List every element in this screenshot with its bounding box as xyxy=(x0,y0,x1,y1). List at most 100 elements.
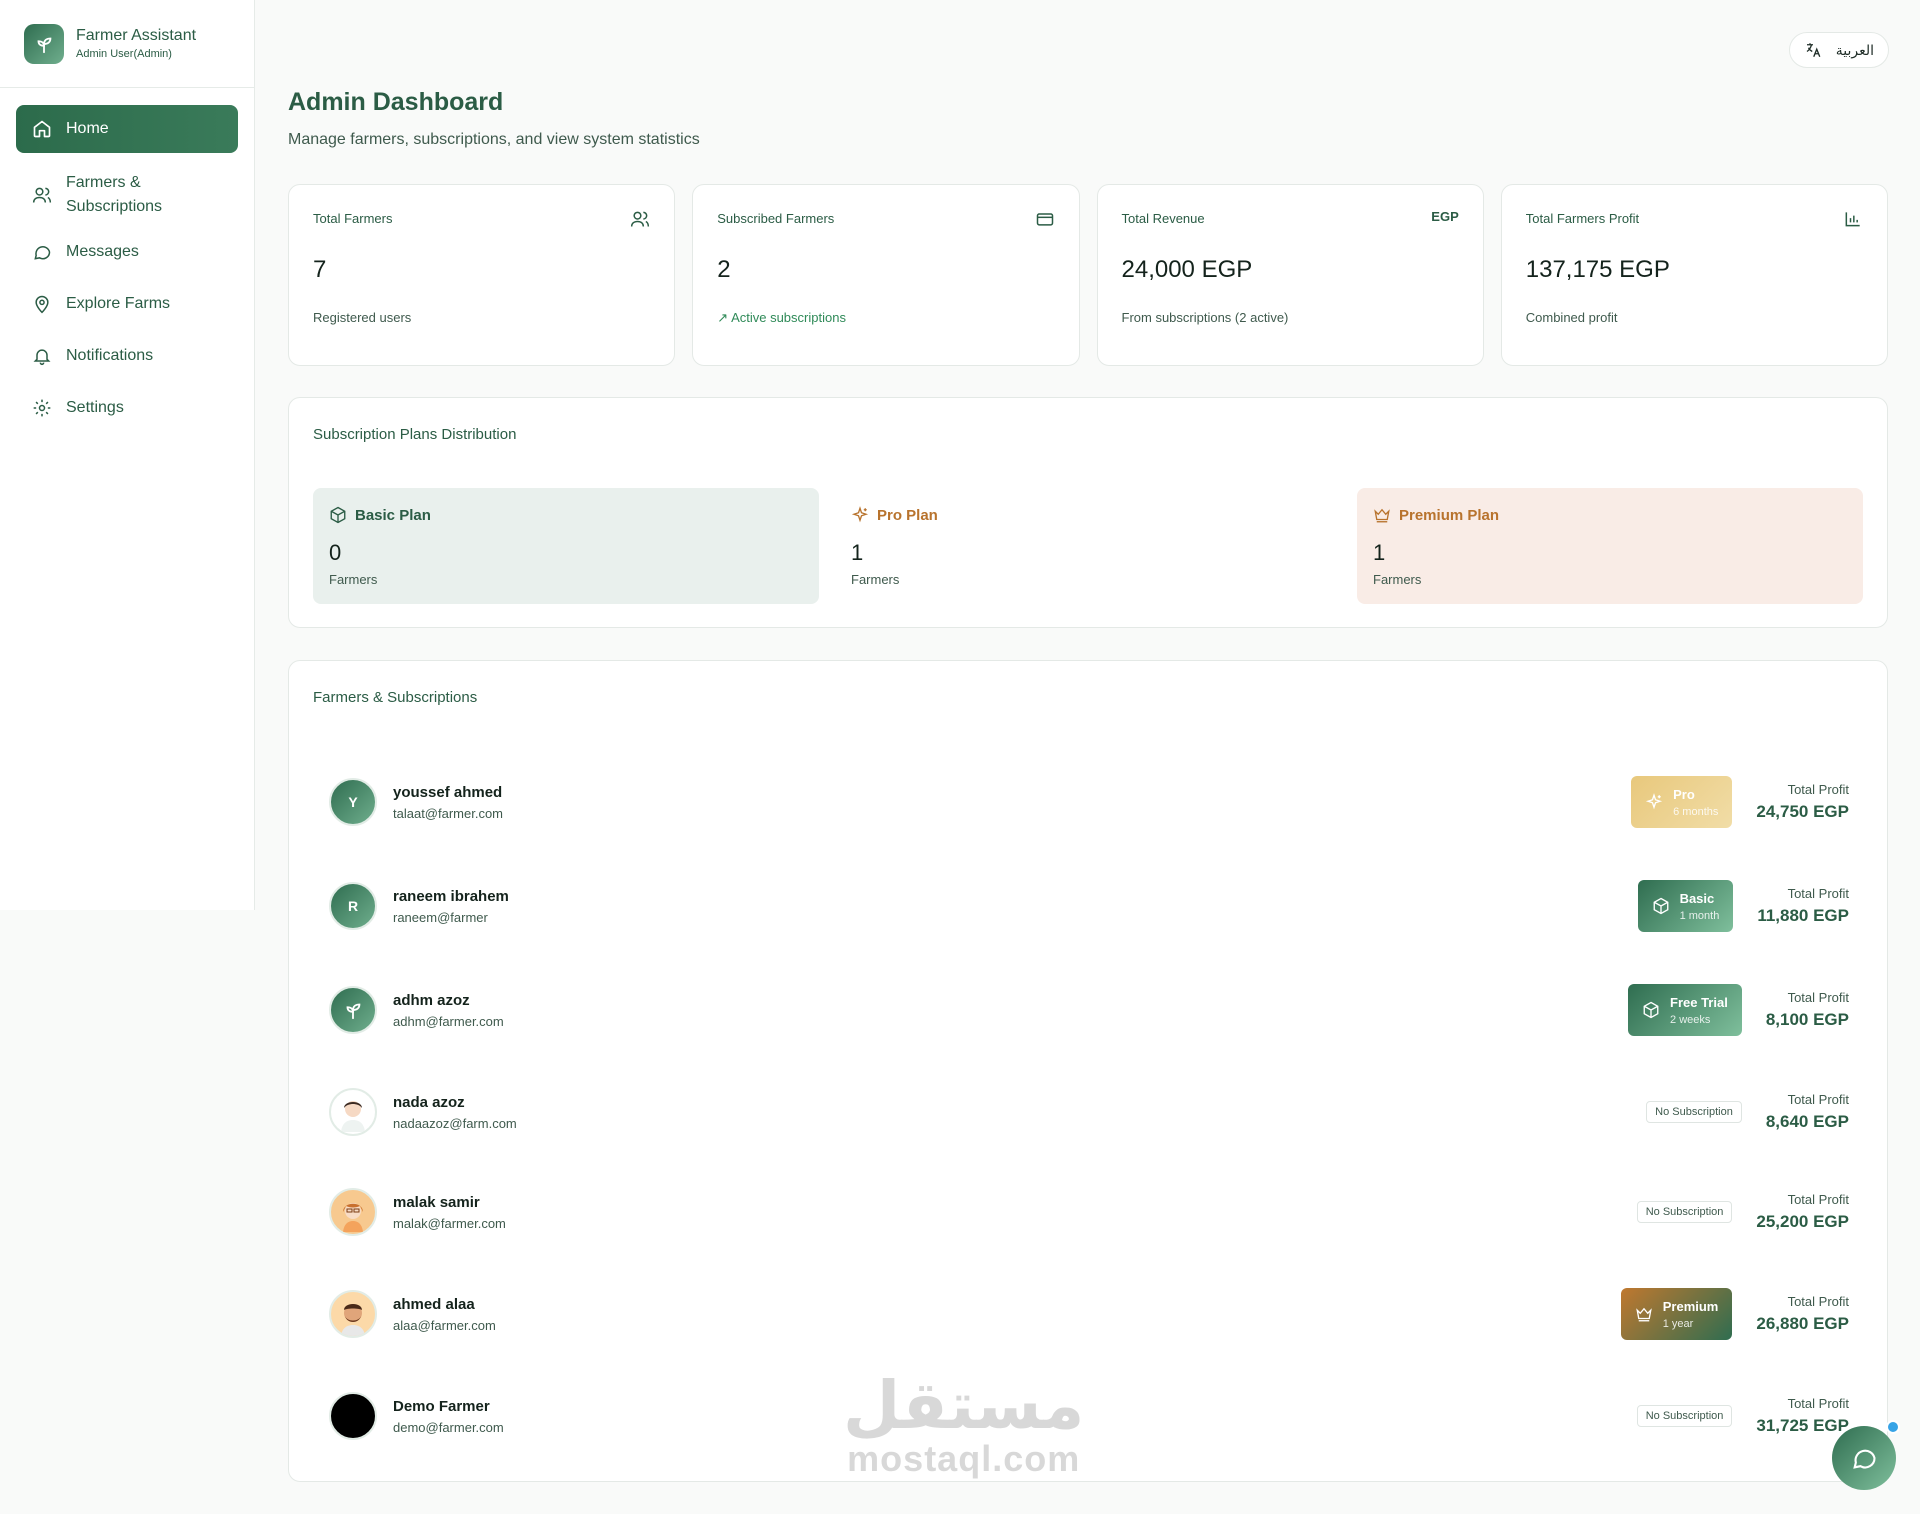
subscription-badge: Pro 6 months xyxy=(1631,776,1733,828)
credit-card-icon xyxy=(1035,209,1055,232)
sidebar-item-label: Subscriptions xyxy=(66,198,163,215)
section-title: Subscription Plans Distribution xyxy=(313,426,517,443)
stat-value: 137,175 EGP xyxy=(1525,256,1670,283)
farmer-row[interactable]: Y youssef ahmed talaat@farmer.com Pro 6 … xyxy=(329,776,1849,828)
chat-notification-dot xyxy=(1886,1420,1900,1434)
farmer-row[interactable]: ahmed alaa alaa@farmer.com Premium 1 yea… xyxy=(329,1288,1849,1340)
farmer-row[interactable]: adhm azoz adhm@farmer.com Free Trial 2 w… xyxy=(329,984,1849,1036)
farmers-subscriptions-card: Farmers & Subscriptions Y youssef ahmed … xyxy=(288,660,1888,1482)
box-icon xyxy=(330,506,346,524)
plan-count: 0 xyxy=(329,540,342,565)
crown-icon xyxy=(1635,1307,1652,1322)
profit-value: 25,200 EGP xyxy=(1756,1212,1849,1231)
stat-card-subscribed-farmers: Subscribed Farmers 2 ↗ Active subscripti… xyxy=(692,184,1080,366)
sidebar-item-farmers-subscriptions[interactable]: Farmers & Subscriptions xyxy=(16,165,238,225)
stat-label: Total Revenue xyxy=(1121,211,1205,226)
farmer-email: demo@farmer.com xyxy=(393,1419,504,1435)
stat-value: 24,000 EGP xyxy=(1121,256,1253,283)
language-label: العربية xyxy=(1835,41,1874,58)
crown-icon xyxy=(1374,508,1390,523)
avatar xyxy=(329,1188,377,1236)
users-icon xyxy=(630,209,650,232)
sprout-logo-icon xyxy=(24,23,64,64)
stat-card-total-revenue: Total Revenue EGP 24,000 EGP From subscr… xyxy=(1096,184,1484,366)
sprout-avatar-icon xyxy=(329,986,377,1034)
home-icon xyxy=(32,119,52,139)
farmer-row[interactable]: Demo Farmer demo@farmer.com No Subscript… xyxy=(329,1391,1849,1441)
sidebar: Farmer Assistant Admin User(Admin) Home … xyxy=(0,0,255,910)
profit-value: 31,725 EGP xyxy=(1756,1416,1849,1435)
avatar xyxy=(329,1290,377,1338)
sidebar-item-label: Messages xyxy=(66,243,139,260)
sidebar-item-explore-farms[interactable]: Explore Farms xyxy=(16,279,238,329)
stat-card-total-farmers: Total Farmers 7 Registered users xyxy=(288,184,676,366)
sidebar-item-settings[interactable]: Settings xyxy=(16,383,238,433)
user-role: Admin User(Admin) xyxy=(76,48,172,60)
box-icon xyxy=(1653,897,1668,915)
subscription-badge: Free Trial 2 weeks xyxy=(1628,984,1742,1036)
sidebar-item-label: Settings xyxy=(66,399,124,416)
watermark-latin: mostaql.com xyxy=(847,1438,1081,1479)
farmer-email: nadaazoz@farm.com xyxy=(393,1115,517,1131)
bell-icon xyxy=(32,346,52,366)
farmer-name: Demo Farmer xyxy=(393,1397,490,1415)
plan-name: Basic Plan xyxy=(355,506,431,524)
farmer-name: ahmed alaa xyxy=(393,1295,475,1313)
farmer-name: youssef ahmed xyxy=(393,783,503,801)
farmer-row[interactable]: R raneem ibrahem raneem@farmer Basic 1 m… xyxy=(329,880,1849,932)
sparkles-icon xyxy=(1645,793,1663,810)
plans-distribution-card: Subscription Plans Distribution Basic Pl… xyxy=(288,397,1888,628)
watermark-arabic: مستقل xyxy=(843,1368,1085,1442)
subscription-badge: Basic 1 month xyxy=(1637,880,1734,932)
stat-label: Total Farmers Profit xyxy=(1525,211,1640,226)
box-icon xyxy=(1643,1001,1659,1019)
sidebar-item-messages[interactable]: Messages xyxy=(16,227,238,277)
no-subscription-badge: No Subscription xyxy=(1636,1405,1733,1427)
subscription-duration: 1 month xyxy=(1679,909,1720,922)
profit-label: Total Profit xyxy=(1787,886,1849,901)
stat-note: Registered users xyxy=(313,310,412,325)
no-subscription-badge: No Subscription xyxy=(1646,1101,1742,1123)
plan-unit: Farmers xyxy=(1373,572,1422,587)
currency-label: EGP xyxy=(1431,209,1459,224)
profit-label: Total Profit xyxy=(1787,990,1849,1005)
watermark: مستقل mostaql.com xyxy=(843,1372,1084,1480)
profit-label: Total Profit xyxy=(1787,1294,1849,1309)
profit-label: Total Profit xyxy=(1787,1092,1849,1107)
gear-icon xyxy=(32,398,52,418)
profit-label: Total Profit xyxy=(1787,1192,1849,1207)
language-toggle-button[interactable]: العربية xyxy=(1788,32,1889,68)
stat-note: Combined profit xyxy=(1525,310,1618,325)
sidebar-item-label: Farmers & xyxy=(66,174,141,191)
sidebar-item-label: Explore Farms xyxy=(66,295,171,312)
translate-icon xyxy=(1806,43,1821,58)
farmer-name: nada azoz xyxy=(393,1093,465,1111)
plan-premium: Premium Plan 1 Farmers xyxy=(1357,488,1863,604)
profit-value: 26,880 EGP xyxy=(1756,1314,1849,1333)
profit-value: 8,100 EGP xyxy=(1765,1010,1849,1029)
sparkles-icon xyxy=(851,506,869,523)
brand: Farmer Assistant Admin User(Admin) xyxy=(0,0,254,88)
profit-value: 11,880 EGP xyxy=(1757,906,1849,925)
sidebar-item-home[interactable]: Home xyxy=(16,105,238,153)
plan-basic: Basic Plan 0 Farmers xyxy=(313,488,819,604)
avatar: R xyxy=(329,882,377,930)
subscription-plan: Basic xyxy=(1679,890,1715,906)
app-title: Farmer Assistant xyxy=(76,27,197,44)
subscription-plan: Premium xyxy=(1662,1298,1719,1314)
farmer-row[interactable]: malak samir malak@farmer.com No Subscrip… xyxy=(329,1187,1849,1237)
message-icon xyxy=(32,242,52,262)
stat-value: 2 xyxy=(717,256,731,283)
plan-count: 1 xyxy=(851,540,864,565)
sidebar-item-notifications[interactable]: Notifications xyxy=(16,331,238,381)
farmer-email: raneem@farmer xyxy=(393,909,488,925)
profit-label: Total Profit xyxy=(1787,1396,1849,1411)
subscription-duration: 6 months xyxy=(1673,805,1719,818)
sidebar-item-label: Home xyxy=(66,120,109,137)
bar-chart-icon xyxy=(1843,209,1863,232)
chat-button[interactable] xyxy=(1832,1426,1896,1490)
farmer-row[interactable]: nada azoz nadaazoz@farm.com No Subscript… xyxy=(329,1087,1849,1137)
subscription-duration: 2 weeks xyxy=(1670,1013,1711,1026)
sidebar-item-label: Notifications xyxy=(66,347,154,364)
farmer-email: adhm@farmer.com xyxy=(393,1013,504,1029)
